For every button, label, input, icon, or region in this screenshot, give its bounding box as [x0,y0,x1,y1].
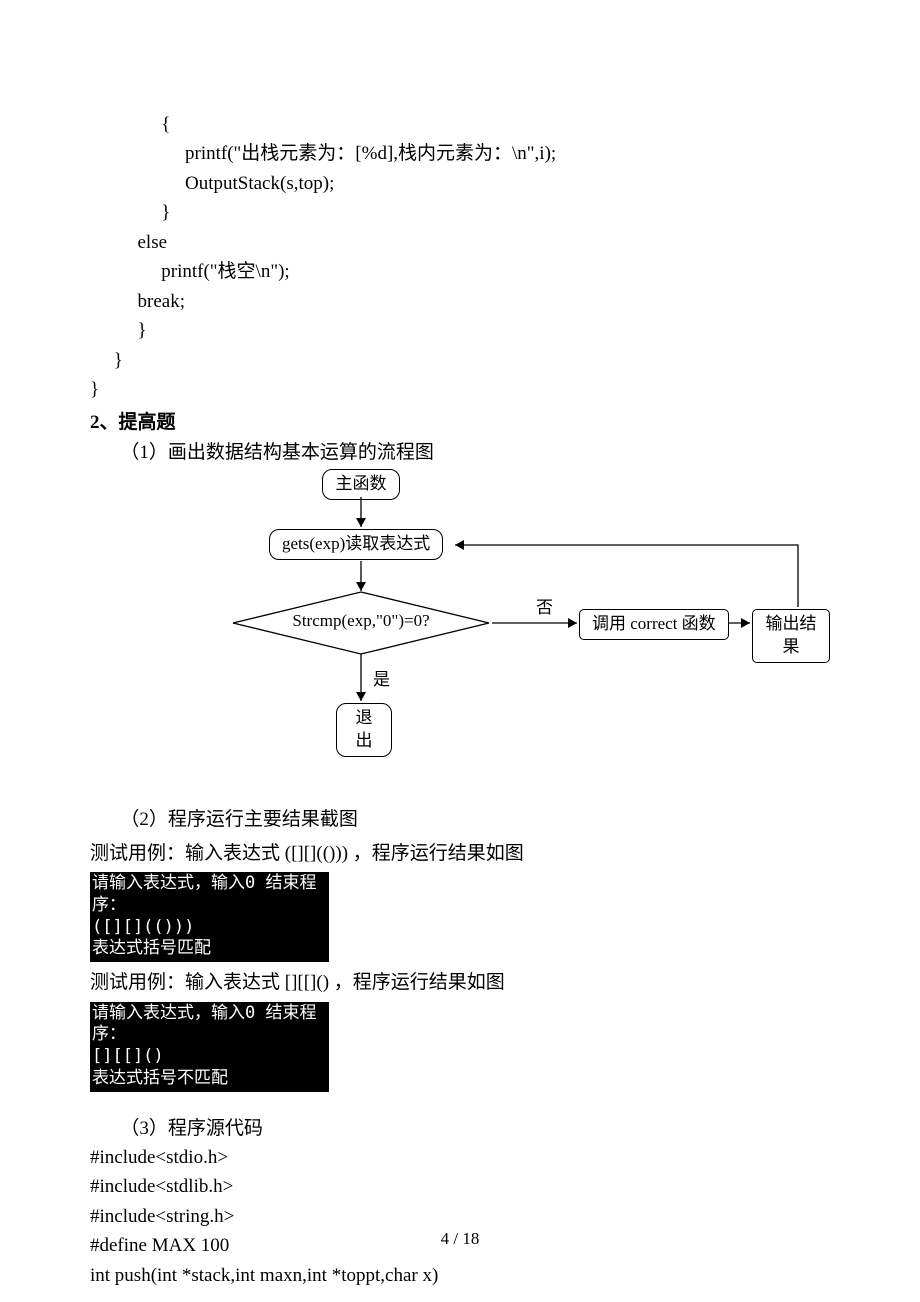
flow-decision-label: Strcmp(exp,"0")=0? [231,591,491,651]
terminal-line: 请输入表达式，输入0 结束程序： [92,1003,327,1047]
sub-heading-1: （1）画出数据结构基本运算的流程图 [90,438,830,467]
flowchart: 主函数 gets(exp)读取表达式 [90,469,830,769]
sub-heading-2: （2）程序运行主要结果截图 [90,805,830,834]
flow-label-yes: 是 [373,667,390,693]
flow-label-no: 否 [536,595,553,621]
terminal-line: 表达式括号匹配 [92,938,327,960]
terminal-line: 请输入表达式，输入0 结束程序： [92,873,327,917]
flow-node-exit: 退出 [336,703,392,757]
page-footer: 4 / 18 [0,1226,920,1252]
terminal-line: ([][](())) [92,917,327,939]
sub-heading-3: （3）程序源代码 [90,1114,830,1143]
code-block-2: #include<stdio.h> #include<stdlib.h> #in… [90,1143,830,1290]
test-case-1: 测试用例：输入表达式 ([][](())) ，程序运行结果如图 [90,839,830,868]
flow-node-output: 输出结果 [752,609,830,663]
terminal-line: 表达式括号不匹配 [92,1068,327,1090]
flow-node-call: 调用 correct 函数 [579,609,729,640]
flow-node-decision: Strcmp(exp,"0")=0? [231,591,491,651]
heading-2: 2、提高题 [90,408,830,437]
test-case-2: 测试用例：输入表达式 [][[]() ，程序运行结果如图 [90,968,830,997]
code-block-1: { printf("出栈元素为：[%d],栈内元素为：\n",i); Outpu… [90,110,830,404]
terminal-screenshot-1: 请输入表达式，输入0 结束程序： ([][](())) 表达式括号匹配 [90,872,329,962]
flow-node-gets: gets(exp)读取表达式 [269,529,443,560]
terminal-screenshot-2: 请输入表达式，输入0 结束程序： [][[]() 表达式括号不匹配 [90,1002,329,1092]
terminal-line: [][[]() [92,1046,327,1068]
